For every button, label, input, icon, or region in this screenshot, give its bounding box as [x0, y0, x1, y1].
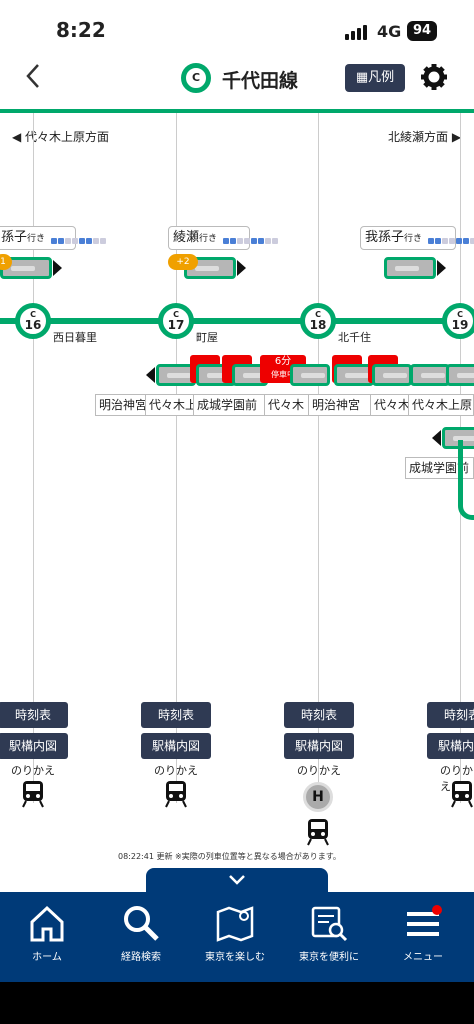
train-destination[interactable]: 明治神宮	[95, 394, 147, 416]
chevron-left-icon	[26, 64, 39, 88]
station-guide	[33, 113, 34, 803]
train-nose-icon	[53, 260, 62, 276]
search-icon	[124, 906, 159, 941]
legend-icon: ▦	[355, 70, 369, 85]
train-nose-icon	[146, 367, 155, 383]
update-notice: 08:22:41 更新 ※実際の列車位置等と異なる場合があります。	[118, 852, 341, 861]
doc-search-icon	[311, 906, 348, 942]
train-dest-bubble[interactable]: 孫子行き	[0, 226, 107, 250]
timetable-button[interactable]: 時刻表	[0, 702, 68, 728]
train-transfer-icon[interactable]	[450, 780, 474, 808]
station-badge-18[interactable]: C 18	[300, 303, 336, 339]
train-destination[interactable]: 代々木上原	[408, 394, 474, 416]
network-label: 4G	[377, 22, 402, 41]
line-badge: C	[181, 63, 211, 93]
train-icon[interactable]	[446, 364, 474, 386]
train-icon[interactable]	[372, 364, 412, 386]
map-icon	[216, 906, 254, 942]
car-grid-icon	[223, 231, 279, 245]
train-nose-icon	[237, 260, 246, 276]
train-icon[interactable]	[384, 257, 436, 279]
station-badge-19[interactable]: C 19	[442, 303, 474, 339]
timetable-button[interactable]: 時刻表	[284, 702, 354, 728]
station-badge-17[interactable]: C 17	[158, 303, 194, 339]
settings-button[interactable]	[420, 63, 448, 91]
back-button[interactable]	[20, 62, 48, 90]
bottom-nav: ホーム 経路検索 東京を楽しむ 東京を便利に メニュー	[0, 892, 474, 982]
station-name[interactable]: 町屋	[196, 329, 218, 345]
train-destination[interactable]: 代々木	[264, 394, 310, 416]
drawer-handle[interactable]	[146, 868, 328, 894]
station-name[interactable]: 西日暮里	[53, 329, 97, 345]
station-map-button[interactable]: 駅構内図	[427, 733, 474, 759]
gear-icon	[421, 64, 447, 90]
train-dest-bubble[interactable]: 綾瀬行き	[168, 226, 279, 250]
status-time: 8:22	[56, 18, 106, 42]
chevron-down-icon	[229, 875, 245, 885]
transfer-label: のりかえ	[297, 764, 341, 777]
hibiya-line-badge[interactable]: H	[303, 782, 333, 812]
transfer-label: のりかえ	[11, 764, 55, 777]
train-destination[interactable]: 代々木上	[145, 394, 195, 416]
branch-line	[458, 440, 474, 520]
station-badge-16[interactable]: C 16	[15, 303, 51, 339]
direction-right: 北綾瀬方面 ▶	[388, 130, 462, 144]
nav-home[interactable]: ホーム	[0, 892, 94, 982]
car-grid-icon	[51, 231, 107, 245]
transfer-label: のりかえ	[154, 764, 198, 777]
train-destination[interactable]: 明治神宮	[308, 394, 372, 416]
signal-icon	[345, 24, 371, 40]
car-grid-icon	[428, 231, 474, 245]
train-icon[interactable]	[290, 364, 330, 386]
train-transfer-icon[interactable]	[306, 818, 330, 846]
home-icon	[30, 905, 64, 942]
station-map-button[interactable]: 駅構内図	[284, 733, 354, 759]
route-line	[0, 318, 474, 324]
station-map-button[interactable]: 駅構内図	[141, 733, 211, 759]
timetable-button[interactable]: 時刻表	[427, 702, 474, 728]
nav-convenient-tokyo[interactable]: 東京を便利に	[282, 892, 376, 982]
nav-menu[interactable]: メニュー	[376, 892, 470, 982]
battery-icon: 94	[407, 21, 437, 41]
nav-route-search[interactable]: 経路検索	[94, 892, 188, 982]
train-nose-icon	[437, 260, 446, 276]
nav-enjoy-tokyo[interactable]: 東京を楽しむ	[188, 892, 282, 982]
page-title: 千代田線	[222, 70, 299, 92]
timetable-button[interactable]: 時刻表	[141, 702, 211, 728]
train-nose-icon	[432, 430, 441, 446]
station-name[interactable]: 北千住	[338, 329, 371, 345]
station-guide	[318, 113, 319, 803]
train-dest-bubble[interactable]: 我孫子行き	[360, 226, 474, 250]
station-map-button[interactable]: 駅構内図	[0, 733, 68, 759]
legend-button[interactable]: ▦凡例	[345, 64, 405, 92]
system-bar	[0, 982, 474, 1024]
legend-label: 凡例	[368, 70, 395, 85]
header-divider	[0, 109, 474, 113]
menu-icon	[407, 905, 442, 936]
direction-left: ◀ 代々木上原方面	[12, 130, 110, 144]
train-transfer-icon[interactable]	[164, 780, 188, 808]
train-icon[interactable]	[410, 364, 450, 386]
station-guide	[176, 113, 177, 803]
delay-badge: +2	[168, 254, 198, 270]
train-destination[interactable]: 代々木	[370, 394, 410, 416]
train-destination[interactable]: 成城学園前	[193, 394, 265, 416]
train-transfer-icon[interactable]	[21, 780, 45, 808]
